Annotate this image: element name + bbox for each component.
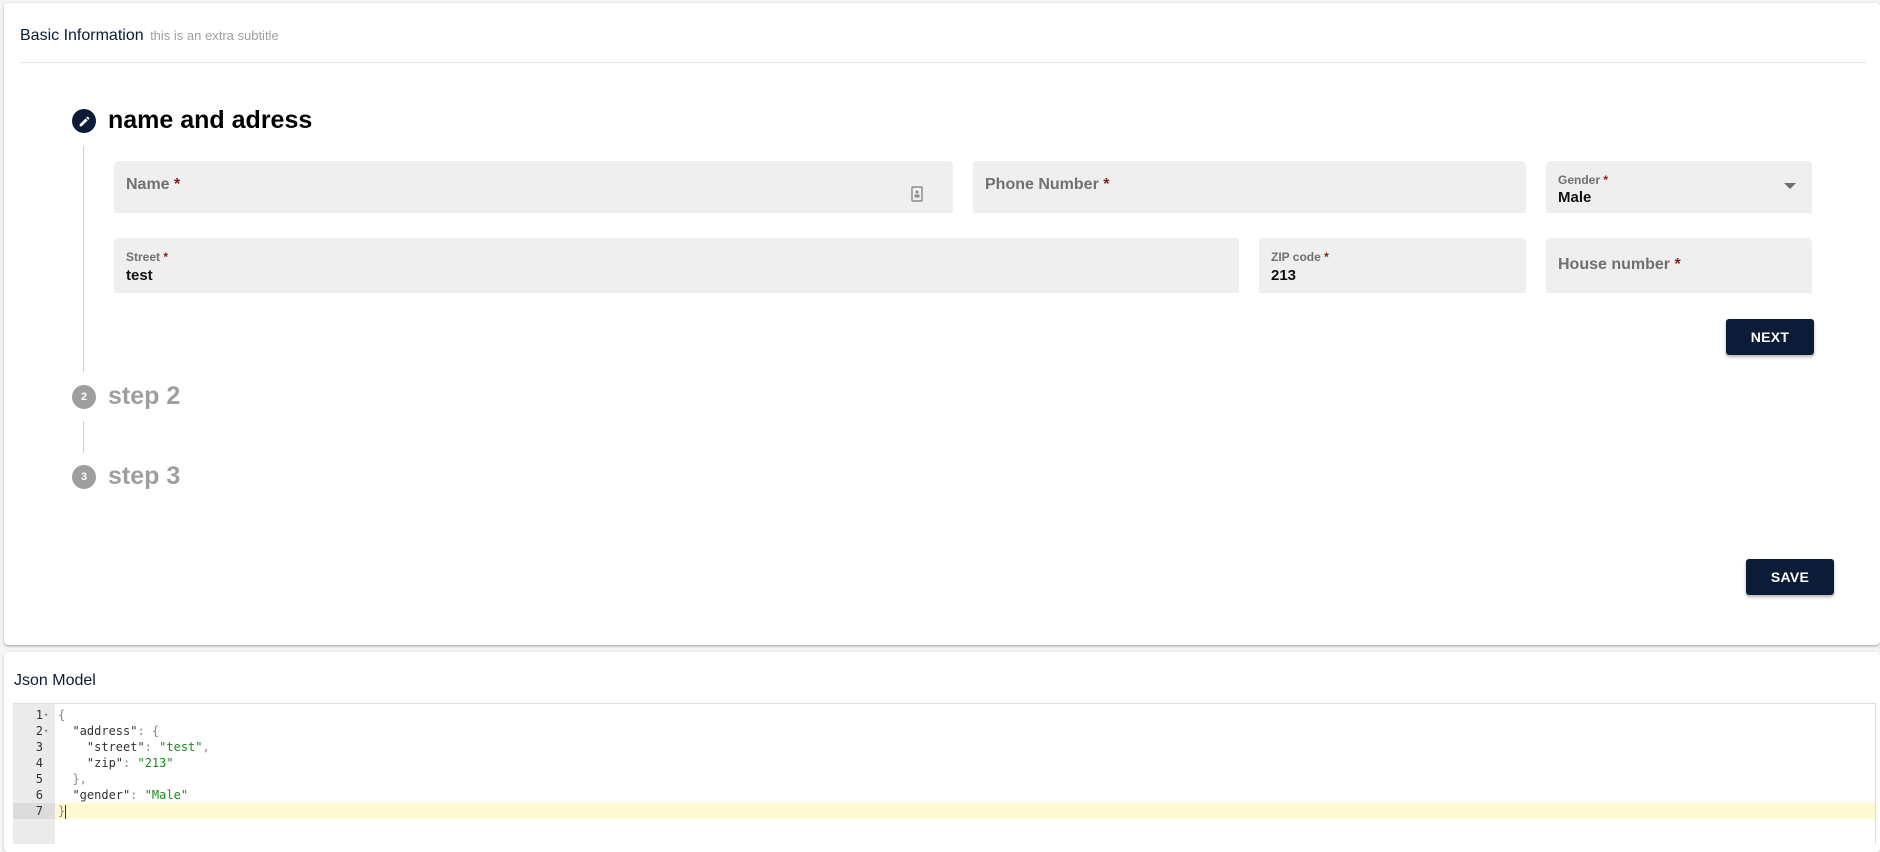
card-header: Basic Information this is an extra subti… xyxy=(20,27,279,45)
fold-toggle-icon[interactable]: ▾ xyxy=(44,707,48,723)
zip-code-value: 213 xyxy=(1271,267,1297,284)
street-field[interactable]: Street * test xyxy=(114,238,1239,293)
gender-select[interactable]: Gender * Male xyxy=(1546,161,1812,213)
gender-label: Gender * xyxy=(1558,173,1609,187)
step-2-title[interactable]: step 2 xyxy=(108,382,180,411)
phone-number-field[interactable]: Phone Number * xyxy=(973,161,1526,213)
code-token-punc: : xyxy=(144,740,160,754)
code-line[interactable]: 6 "gender": "Male" xyxy=(13,787,1875,803)
step-3-icon[interactable]: 3 xyxy=(72,465,96,489)
code-text: "gender": "Male" xyxy=(58,787,188,803)
step-2-icon[interactable]: 2 xyxy=(72,385,96,409)
code-token-punc: { xyxy=(58,708,66,722)
code-token-str: "Male" xyxy=(144,788,189,802)
house-number-field[interactable]: House number * xyxy=(1546,238,1812,293)
step-1-title[interactable]: name and adress xyxy=(108,106,312,135)
code-token-punc: }, xyxy=(72,772,87,786)
line-number: 7 xyxy=(13,803,55,819)
code-token-punc: : xyxy=(130,788,145,802)
step-3-title[interactable]: step 3 xyxy=(108,462,180,491)
code-token-key: "gender" xyxy=(72,788,131,802)
phone-number-label: Phone Number * xyxy=(985,176,1110,193)
basic-information-card xyxy=(4,3,1880,645)
code-token-str: "213" xyxy=(137,756,174,770)
next-button[interactable]: NEXT xyxy=(1726,319,1814,355)
card-subtitle: this is an extra subtitle xyxy=(150,28,279,43)
code-text: "address": { xyxy=(58,723,159,739)
line-number: 3 xyxy=(35,740,43,754)
json-code-editor[interactable]: 1 ▾{2 ▾ "address": {3 "street": "test", 4 "… xyxy=(13,703,1876,844)
code-token-punc: , xyxy=(202,740,210,754)
zip-code-field[interactable]: ZIP code * 213 xyxy=(1259,238,1526,293)
code-line[interactable]: 1 ▾ { xyxy=(13,707,1875,723)
line-number: 1 xyxy=(35,708,43,722)
code-text: { xyxy=(58,707,65,723)
line-number: 4 xyxy=(35,756,43,770)
code-line[interactable]: 3 "street": "test", xyxy=(13,739,1875,755)
card-title: Basic Information xyxy=(20,27,144,44)
fold-toggle-icon[interactable]: ▾ xyxy=(44,723,48,739)
code-line[interactable]: 5 }, xyxy=(13,771,1875,787)
code-token-str: "test" xyxy=(159,740,203,754)
code-token-punc: } xyxy=(58,804,66,818)
code-token-key: "zip" xyxy=(86,756,124,770)
code-text: } xyxy=(58,803,67,819)
code-line[interactable]: 4 "zip": "213" xyxy=(13,755,1875,771)
street-value: test xyxy=(126,267,153,284)
code-text: "street": "test", xyxy=(58,739,210,755)
line-number: 6 xyxy=(35,788,43,802)
zip-code-label: ZIP code * xyxy=(1271,250,1329,264)
house-number-label: House number * xyxy=(1558,256,1681,273)
code-text: "zip": "213" xyxy=(58,755,174,771)
code-token-punc: : { xyxy=(137,724,160,738)
line-number: 2 xyxy=(35,724,43,738)
name-label: Name * xyxy=(126,176,181,193)
code-token-key: "street" xyxy=(86,740,145,754)
code-line[interactable]: 7} xyxy=(13,803,1875,819)
save-button[interactable]: SAVE xyxy=(1746,559,1834,595)
code-token-key: "address" xyxy=(72,724,138,738)
header-divider xyxy=(20,62,1866,63)
code-line[interactable]: 2 ▾ "address": { xyxy=(13,723,1875,739)
street-label: Street * xyxy=(126,250,169,264)
step-connector xyxy=(83,146,84,372)
code-text: }, xyxy=(58,771,87,787)
name-field[interactable]: Name * xyxy=(114,161,953,213)
text-cursor xyxy=(65,804,67,819)
line-number: 5 xyxy=(35,772,43,786)
step-connector xyxy=(83,421,84,453)
contact-card-icon xyxy=(911,186,923,202)
gender-value: Male xyxy=(1558,189,1592,206)
chevron-down-icon[interactable] xyxy=(1784,183,1796,189)
step-1-icon[interactable] xyxy=(72,109,96,133)
code-token-punc: : xyxy=(123,756,138,770)
json-model-title: Json Model xyxy=(14,672,96,689)
pencil-icon xyxy=(79,116,89,126)
